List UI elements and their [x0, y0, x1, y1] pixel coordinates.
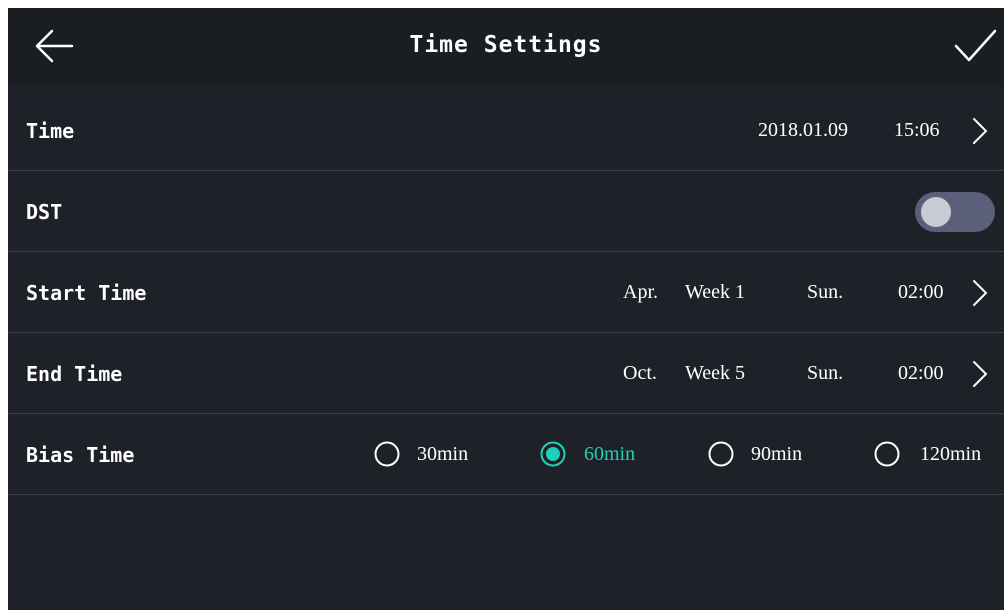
checkmark-icon: [954, 29, 997, 62]
time-clock-value: 15:06: [894, 119, 940, 141]
time-row[interactable]: Time 2018.01.09 15:06: [8, 90, 1004, 171]
radio-label-120min[interactable]: 120min: [920, 443, 981, 466]
radio-90min-icon[interactable]: [708, 441, 734, 467]
chevron-right-icon: [973, 280, 988, 306]
start-time-month: Apr.: [623, 281, 658, 303]
end-time-week: Week 5: [685, 362, 746, 384]
end-time-month: Oct.: [623, 362, 657, 384]
start-time-time: 02:00: [898, 281, 944, 303]
chevron-right-icon: [973, 118, 988, 144]
end-time-row[interactable]: End Time Oct. Week 5 Sun. 02:00: [8, 333, 1004, 414]
start-time-label: Start Time: [26, 281, 147, 305]
radio-120min-icon[interactable]: [874, 441, 900, 467]
end-time-time: 02:00: [898, 362, 944, 384]
time-label: Time: [26, 119, 75, 143]
start-time-week: Week 1: [685, 281, 746, 303]
radio-label-30min[interactable]: 30min: [417, 443, 468, 466]
radio-60min-icon[interactable]: [540, 441, 566, 467]
bias-time-row: Bias Time 30min 60min 90min 120min: [8, 414, 1004, 495]
end-time-day: Sun.: [807, 362, 844, 384]
toggle-knob: [921, 197, 951, 227]
end-time-label: End Time: [26, 362, 123, 386]
time-settings-screen: Time Settings Time 2018.01.09 15:06 DST …: [8, 8, 1004, 610]
radio-label-90min[interactable]: 90min: [751, 443, 802, 466]
chevron-right-icon: [973, 361, 988, 387]
start-time-day: Sun.: [807, 281, 844, 303]
start-time-row[interactable]: Start Time Apr. Week 1 Sun. 02:00: [8, 252, 1004, 333]
dst-row: DST: [8, 171, 1004, 252]
page-title: Time Settings: [409, 32, 603, 58]
confirm-button[interactable]: [953, 26, 997, 66]
time-date-value: 2018.01.09: [758, 119, 848, 141]
dst-toggle[interactable]: [915, 192, 995, 232]
dst-label: DST: [26, 200, 63, 224]
header-bar: Time Settings: [8, 8, 1004, 85]
radio-30min-icon[interactable]: [374, 441, 400, 467]
bias-time-label: Bias Time: [26, 443, 135, 467]
radio-label-60min[interactable]: 60min: [584, 443, 635, 466]
